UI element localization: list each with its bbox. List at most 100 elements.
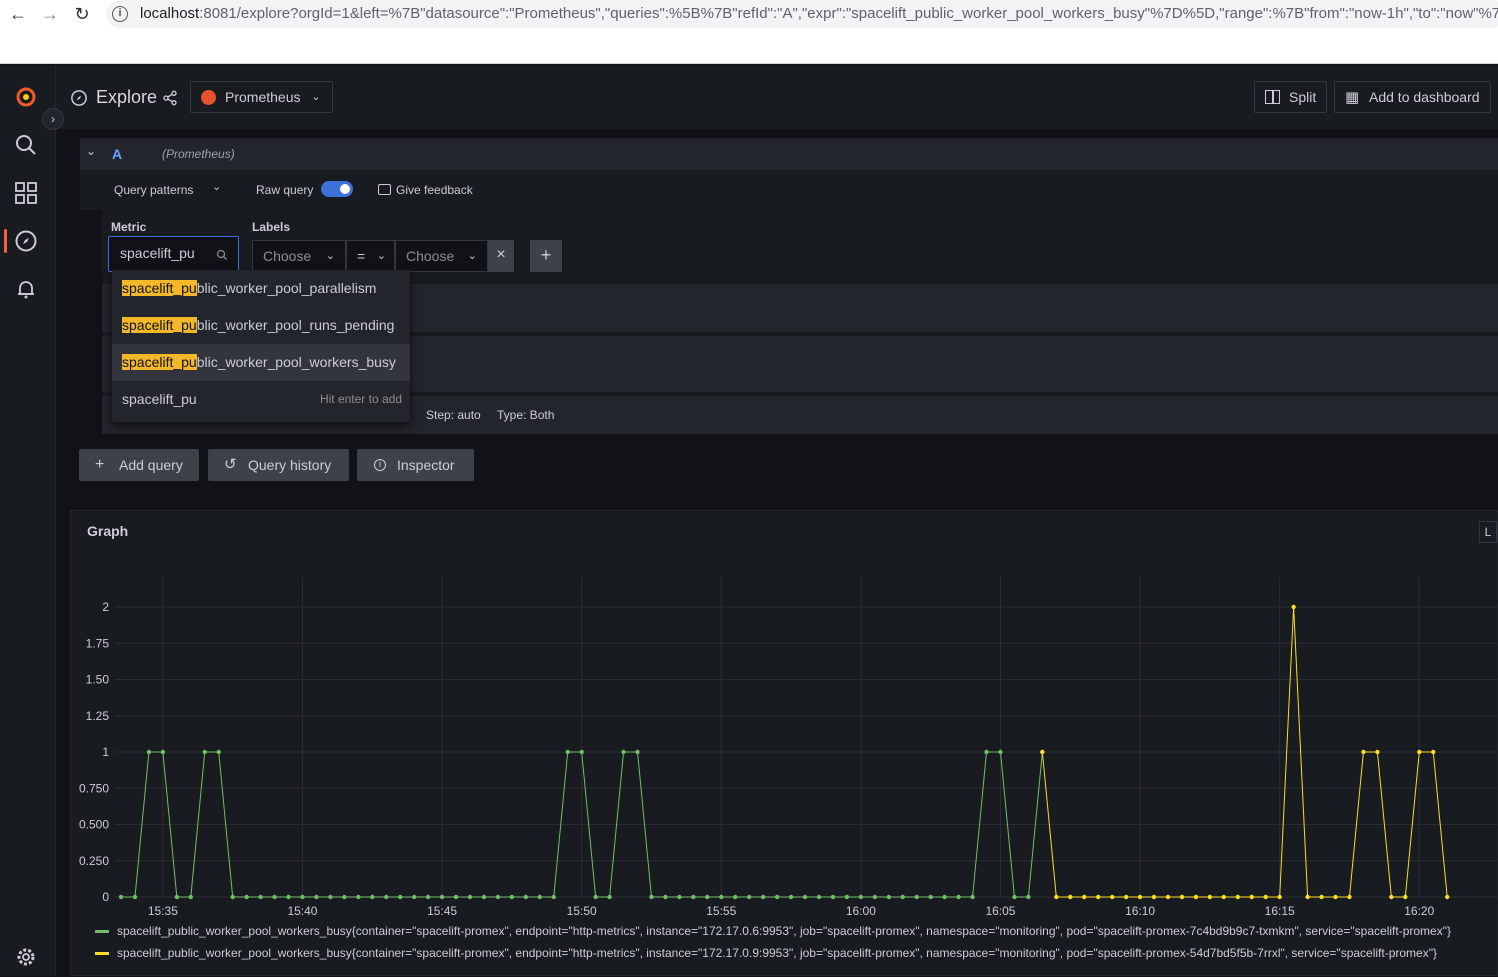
data-point [760, 894, 766, 900]
data-point [1277, 894, 1282, 900]
add-query-button[interactable]: + Add query [79, 449, 199, 481]
data-point [1207, 894, 1213, 900]
search-icon[interactable] [14, 133, 38, 157]
explore-compass-icon[interactable] [14, 229, 38, 253]
data-point [816, 894, 822, 900]
data-point [1347, 894, 1352, 900]
query-datasource: (Prometheus) [162, 147, 235, 161]
alerting-bell-icon[interactable] [14, 277, 38, 301]
suggestion-match: spacelift_pu [122, 317, 197, 333]
data-point [1096, 894, 1101, 900]
x-tick-label: 16:00 [846, 904, 876, 918]
dashboards-icon[interactable] [14, 181, 38, 205]
url-host: localhost [140, 5, 200, 22]
label-operator-value: = [357, 248, 366, 264]
add-to-dashboard-label: Add to dashboard [1369, 89, 1480, 105]
query-history-button[interactable]: ↺ Query history [208, 449, 349, 481]
data-point [788, 894, 794, 900]
data-point [872, 894, 878, 900]
data-point [244, 894, 249, 900]
add-to-dashboard-button[interactable]: ▦ Add to dashboard [1334, 81, 1491, 113]
back-icon[interactable]: ← [8, 4, 28, 24]
give-feedback-link[interactable]: Give feedback [396, 183, 473, 197]
data-point [1151, 894, 1157, 900]
address-bar[interactable]: localhost:8081/explore?orgId=1&left=%7B"… [106, 0, 1498, 28]
suggestion-item[interactable]: spacelift_public_worker_pool_runs_pendin… [112, 307, 410, 344]
info-icon[interactable]: i [112, 6, 128, 22]
x-tick-label: 15:45 [427, 904, 457, 918]
x-tick-label: 16:20 [1404, 904, 1434, 918]
expand-sidebar-button[interactable]: › [42, 108, 64, 130]
add-label-button[interactable]: + [530, 240, 562, 272]
data-point [970, 894, 975, 900]
x-tick-label: 16:10 [1125, 904, 1155, 918]
data-point [495, 894, 501, 900]
custom-value-item[interactable]: spacelift_pu Hit enter to add [112, 381, 410, 418]
suggestion-match: spacelift_pu [122, 280, 197, 296]
legend-item[interactable]: spacelift_public_worker_pool_workers_bus… [95, 924, 1451, 938]
custom-value: spacelift_pu [122, 391, 197, 407]
data-point [160, 749, 166, 755]
label-operator-select[interactable]: = ⌄ [346, 240, 395, 272]
data-point [272, 894, 277, 900]
data-point [1431, 749, 1436, 755]
share-icon[interactable] [162, 90, 178, 106]
x-tick-label: 15:50 [567, 904, 597, 918]
query-letter[interactable]: A [112, 146, 122, 162]
reload-icon[interactable]: ↻ [72, 4, 92, 24]
data-point [830, 894, 836, 900]
data-point [216, 749, 221, 755]
legend-item[interactable]: spacelift_public_worker_pool_workers_bus… [95, 946, 1437, 960]
data-point [1291, 604, 1296, 610]
data-point [733, 894, 738, 900]
browser-toolbar: ← → ↻ localhost:8081/explore?orgId=1&lef… [0, 0, 1498, 64]
explore-toolbar: Explore Prometheus ⌄ Split ▦ Add to dash… [56, 65, 1498, 129]
y-tick-label: 1 [102, 745, 109, 759]
metric-select-input[interactable]: spacelift_pu [108, 236, 239, 272]
data-point [914, 894, 919, 900]
split-button[interactable]: Split [1254, 81, 1328, 113]
data-point [1445, 894, 1450, 900]
x-tick-label: 16:15 [1265, 904, 1295, 918]
data-point [677, 894, 682, 900]
suggestion-item-selected[interactable]: spacelift_public_worker_pool_workers_bus… [112, 344, 410, 381]
data-point [928, 894, 933, 900]
type-option[interactable]: Type: Both [497, 408, 554, 422]
chevron-down-icon: ⌄ [212, 181, 222, 193]
data-point [1375, 749, 1380, 755]
suggestion-match: spacelift_pu [122, 354, 197, 370]
label-value-select[interactable]: Choose ⌄ [395, 240, 488, 272]
data-point [1026, 894, 1031, 900]
forward-icon[interactable]: → [40, 4, 60, 24]
collapse-chevron-icon[interactable]: ⌄ [86, 144, 96, 158]
time-series-chart[interactable]: 0 0.250 0.500 0.750 1 1.25 1.50 1.75 2 15:35 15:40… [71, 567, 1497, 977]
data-point [174, 894, 180, 900]
y-tick-label: 1.50 [86, 673, 110, 687]
legend-swatch [95, 930, 109, 934]
data-point [188, 894, 193, 900]
data-point [747, 894, 752, 900]
step-option[interactable]: Step: auto [426, 408, 481, 422]
raw-query-toggle[interactable] [321, 181, 353, 197]
remove-label-button[interactable]: × [488, 240, 514, 272]
suggestion-item[interactable]: spacelift_public_worker_pool_parallelism [112, 270, 410, 307]
data-point [691, 894, 696, 900]
graph-options-button[interactable]: L [1479, 521, 1497, 543]
y-tick-label: 2 [102, 600, 109, 614]
data-point [942, 894, 947, 900]
grafana-logo-icon[interactable] [14, 85, 38, 109]
query-patterns-button[interactable]: Query patterns [114, 183, 193, 197]
data-point [342, 894, 347, 900]
metric-suggestion-dropdown: spacelift_public_worker_pool_parallelism… [112, 270, 410, 422]
label-key-placeholder: Choose [263, 248, 312, 264]
data-point [1012, 894, 1017, 900]
settings-gear-icon[interactable] [14, 945, 38, 969]
comment-icon [378, 184, 391, 195]
inspector-button[interactable]: i Inspector [357, 449, 474, 481]
label-key-select[interactable]: Choose ⌄ [252, 240, 346, 272]
datasource-picker[interactable]: Prometheus ⌄ [190, 81, 334, 113]
data-point [1054, 894, 1059, 900]
data-point [411, 894, 417, 900]
data-point [956, 894, 961, 900]
data-point [1109, 894, 1115, 900]
